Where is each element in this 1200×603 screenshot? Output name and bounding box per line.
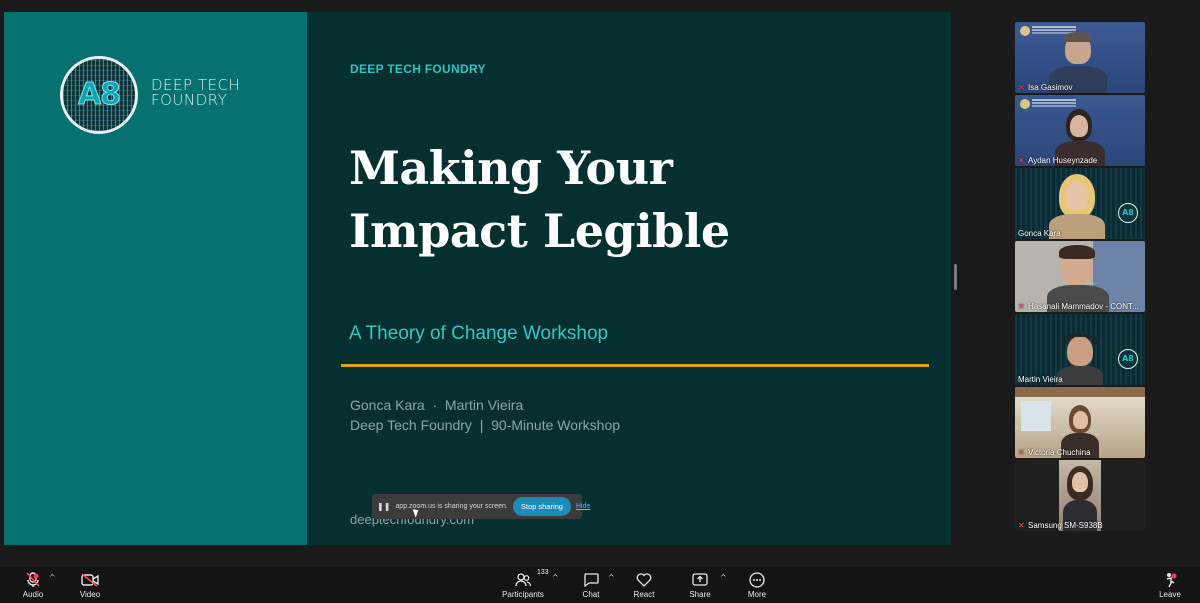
more-icon <box>749 571 765 589</box>
meeting-toolbar: Audio ^ Video 133 Participants ^ Chat ^ <box>0 567 1200 603</box>
participant-name: Hasanali Mammadov - CONT... <box>1028 302 1139 311</box>
participant-tile-active-speaker[interactable]: A8 Gonca Kara <box>1015 168 1145 239</box>
video-button[interactable]: Video <box>64 571 116 599</box>
participant-tile[interactable]: ✕ Isa Gasimov <box>1015 22 1145 93</box>
more-button[interactable]: More <box>731 571 783 599</box>
heart-icon <box>636 571 652 589</box>
participant-name: Victoria Chuchina <box>1028 448 1091 457</box>
participant-tile[interactable]: A8 Martin Vieira <box>1015 314 1145 385</box>
a8-mini-logo: A8 <box>1118 203 1138 223</box>
muted-mic-icon <box>26 571 40 589</box>
screen-share-banner: ❚❚ app.zoom.us is sharing your screen. S… <box>372 494 590 519</box>
chat-icon <box>583 571 599 589</box>
a8-mini-logo: A8 <box>1118 349 1138 369</box>
leave-button[interactable]: Leave <box>1144 571 1196 599</box>
participant-tile[interactable]: ✕ Hasanali Mammadov - CONT... <box>1015 241 1145 312</box>
slide-title: Making Your Impact Legible <box>349 141 730 258</box>
split-view-handle[interactable] <box>954 264 957 290</box>
participant-gallery: ✕ Isa Gasimov ✕ Aydan Huseynzade A8 Gonca … <box>1015 22 1145 533</box>
participant-name: Martin Vieira <box>1018 375 1063 384</box>
muted-mic-icon: ✕ <box>1018 83 1025 92</box>
shared-screen-slide: A8 DEEP TECH FOUNDRY DEEP TECH FOUNDRY M… <box>4 12 951 545</box>
slide-left-panel: A8 DEEP TECH FOUNDRY <box>4 12 307 545</box>
participant-name: Aydan Huseynzade <box>1028 156 1098 165</box>
brand-wordmark: DEEP TECH FOUNDRY <box>151 76 241 109</box>
participants-count: 133 <box>537 569 549 576</box>
chat-options-chevron-icon[interactable]: ^ <box>608 573 615 582</box>
share-options-chevron-icon[interactable]: ^ <box>720 573 727 582</box>
participants-button[interactable]: 133 Participants <box>497 569 549 599</box>
audio-options-chevron-icon[interactable]: ^ <box>49 573 56 582</box>
share-button[interactable]: Share <box>674 571 726 599</box>
react-button[interactable]: React <box>618 571 670 599</box>
share-screen-icon <box>692 571 708 589</box>
hide-link[interactable]: Hide <box>576 503 590 510</box>
slide-eyebrow: DEEP TECH FOUNDRY <box>350 62 486 76</box>
participant-name: Samsung SM-S938B <box>1028 521 1103 530</box>
participants-icon: 133 <box>515 569 549 589</box>
zoom-meeting-window: A8 DEEP TECH FOUNDRY DEEP TECH FOUNDRY M… <box>0 0 1200 603</box>
a8-logo: A8 <box>60 56 138 134</box>
participant-name: Gonca Kara <box>1018 229 1061 238</box>
participant-tile[interactable]: ✕ Aydan Huseynzade <box>1015 95 1145 166</box>
muted-mic-icon: ✕ <box>1018 302 1025 311</box>
participant-name: Isa Gasimov <box>1028 83 1073 92</box>
participant-tile[interactable]: ✕ Samsung SM-S938B <box>1015 460 1145 531</box>
muted-mic-icon: ✕ <box>1018 521 1025 530</box>
slide-subtitle: A Theory of Change Workshop <box>349 323 609 344</box>
stop-sharing-button[interactable]: Stop sharing <box>512 497 571 516</box>
leave-icon <box>1162 571 1178 589</box>
participant-tile[interactable]: ✕ Victoria Chuchina <box>1015 387 1145 458</box>
participants-options-chevron-icon[interactable]: ^ <box>552 573 559 582</box>
slide-authors: Gonca Kara · Martin Vieira Deep Tech Fou… <box>350 397 621 433</box>
muted-mic-icon: ✕ <box>1018 448 1025 457</box>
slide-divider <box>341 364 929 367</box>
pause-icon[interactable]: ❚❚ <box>377 502 390 511</box>
video-off-icon <box>81 571 99 589</box>
muted-mic-icon: ✕ <box>1018 156 1025 165</box>
